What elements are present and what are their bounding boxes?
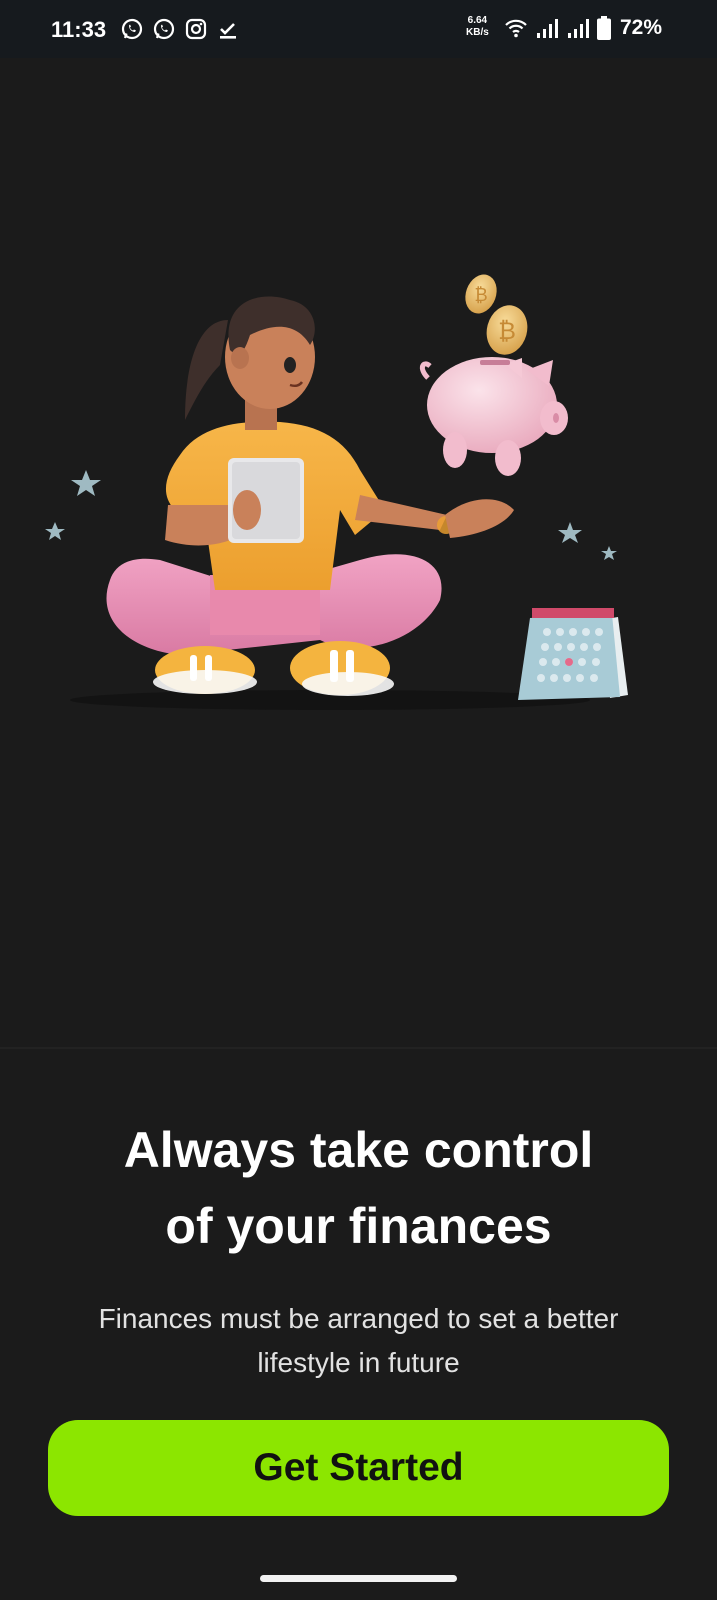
star-icon: [45, 522, 65, 540]
headline-line-2: of your finances: [165, 1198, 552, 1254]
network-speed: 6.64 KB/s: [466, 15, 489, 39]
status-bar: 11:33 6.64 KB/s 72%: [0, 0, 717, 58]
download-done-icon: [220, 23, 236, 39]
star-icon: [558, 522, 582, 543]
star-icon: [71, 470, 101, 496]
woman-figure: [106, 296, 514, 696]
signal-icon: [537, 19, 558, 38]
signal-icon: [568, 19, 589, 38]
get-started-button[interactable]: Get Started: [48, 1420, 669, 1516]
headline: Always take control of your finances: [0, 1112, 717, 1264]
network-speed-value: 6.64: [467, 15, 488, 26]
get-started-label: Get Started: [253, 1446, 464, 1489]
subtitle-line-1: Finances must be arranged to set a bette…: [98, 1303, 619, 1334]
star-icon: [601, 546, 617, 560]
calendar-icon: [518, 608, 628, 700]
svg-text:₿: ₿: [474, 285, 487, 306]
battery-percentage: 72%: [620, 16, 663, 39]
whatsapp-icon: [121, 18, 143, 40]
svg-text:₿: ₿: [498, 317, 516, 345]
whatsapp-icon: [153, 18, 175, 40]
shoe-icon: [290, 641, 394, 696]
subtitle-line-2: lifestyle in future: [257, 1347, 460, 1378]
status-time: 11:33: [51, 17, 107, 42]
system-icons: 72%: [504, 16, 662, 40]
notification-icons: [120, 17, 240, 41]
network-speed-unit: KB/s: [466, 27, 489, 38]
coin-icon: ₿: [465, 274, 497, 314]
onboarding-illustration: ₿ ₿: [45, 274, 628, 710]
wifi-icon: [505, 19, 527, 38]
home-indicator[interactable]: [260, 1575, 457, 1582]
instagram-icon: [185, 18, 207, 40]
section-divider: [0, 1047, 717, 1049]
piggy-bank-icon: [419, 357, 568, 476]
subtitle: Finances must be arranged to set a bette…: [60, 1297, 657, 1385]
headline-line-1: Always take control: [123, 1122, 594, 1178]
battery-icon: [597, 16, 611, 40]
coin-icon: ₿: [486, 305, 528, 355]
